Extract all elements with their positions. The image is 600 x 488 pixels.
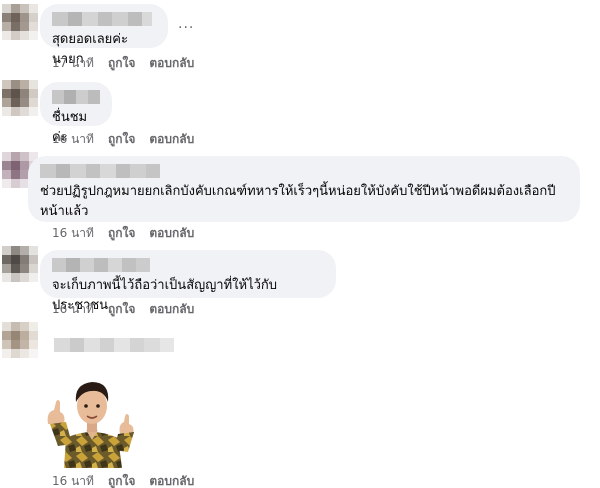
commenter-name[interactable]	[40, 164, 568, 178]
comment-actions: 16 นาที ถูกใจ ตอบกลับ	[52, 472, 194, 488]
comment-actions: 17 นาที ถูกใจ ตอบกลับ	[52, 54, 194, 73]
avatar[interactable]	[2, 4, 38, 40]
thumbs-up-avatar-sticker	[47, 382, 134, 468]
comment-bubble: สุดยอดเลยค่ะนายก	[40, 4, 168, 67]
reply-button[interactable]: ตอบกลับ	[149, 224, 194, 243]
comment-text: ช่วยปฏิรูปกฎหมายยกเลิกบังคับเกณฑ์ทหารให้…	[40, 184, 556, 219]
more-options-icon[interactable]: ···	[178, 20, 194, 36]
commenter-name[interactable]	[52, 90, 100, 104]
reply-button[interactable]: ตอบกลับ	[149, 130, 194, 149]
comment-time[interactable]: 16 นาที	[52, 300, 94, 319]
comment-time[interactable]: 16 นาที	[52, 224, 94, 243]
comment-time[interactable]: 17 นาที	[52, 54, 94, 73]
comment-actions: 16 นาที ถูกใจ ตอบกลับ	[52, 300, 194, 319]
like-button[interactable]: ถูกใจ	[108, 54, 135, 73]
like-button[interactable]: ถูกใจ	[108, 224, 135, 243]
like-button[interactable]: ถูกใจ	[108, 300, 135, 319]
comment-actions: 16 นาที ถูกใจ ตอบกลับ	[52, 224, 194, 243]
commenter-name[interactable]	[52, 12, 156, 26]
like-button[interactable]: ถูกใจ	[108, 472, 135, 488]
comment-bubble: ช่วยปฏิรูปกฎหมายยกเลิกบังคับเกณฑ์ทหารให้…	[28, 156, 580, 222]
commenter-name[interactable]	[52, 258, 324, 272]
comment-bubble: ชื่นชมค่ะ	[40, 82, 112, 145]
reply-button[interactable]: ตอบกลับ	[149, 300, 194, 319]
reply-button[interactable]: ตอบกลับ	[149, 472, 194, 488]
comment-time[interactable]: 16 นาที	[52, 130, 94, 149]
avatar[interactable]	[2, 80, 38, 116]
commenter-name[interactable]	[54, 338, 174, 352]
avatar[interactable]	[2, 246, 38, 282]
reply-button[interactable]: ตอบกลับ	[149, 54, 194, 73]
comment-time[interactable]: 16 นาที	[52, 472, 94, 488]
like-button[interactable]: ถูกใจ	[108, 130, 135, 149]
comment-actions: 16 นาที ถูกใจ ตอบกลับ	[52, 130, 194, 149]
avatar[interactable]	[2, 322, 38, 358]
comment-bubble: จะเก็บภาพนี้ไว้ถือว่าเป็นสัญญาที่ให้ไว้ก…	[40, 250, 336, 313]
